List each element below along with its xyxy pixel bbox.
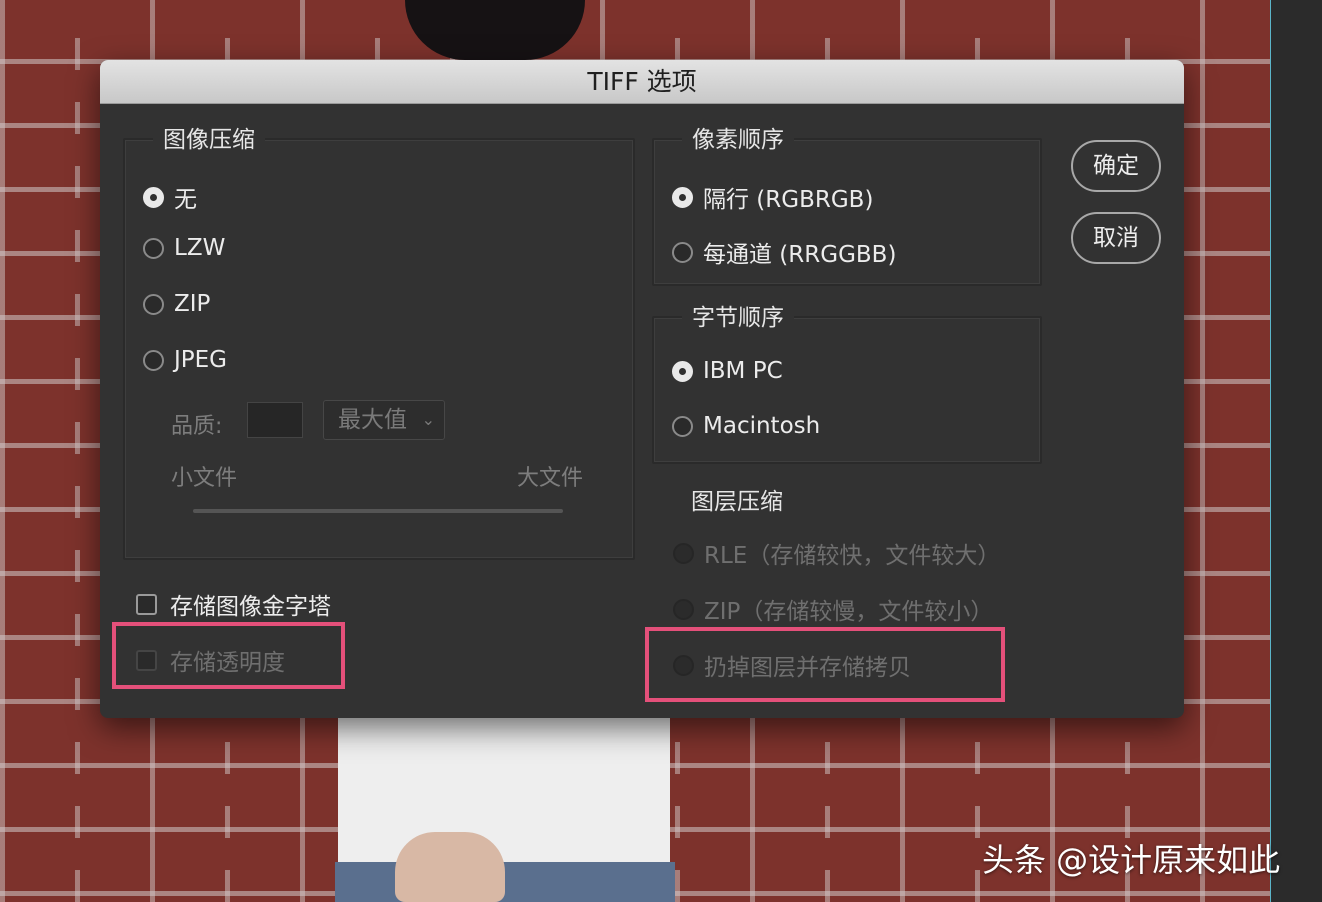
save-pyramid-checkbox-row[interactable]: 存储图像金字塔 bbox=[136, 587, 331, 621]
image-compression-group: 图像压缩 无 LZW ZIP JPEG 品质: 最大值 ⌄ 小文件 大文件 bbox=[123, 126, 635, 560]
quality-slider[interactable] bbox=[193, 509, 563, 513]
discard-layers-highlight-box bbox=[645, 627, 1005, 702]
byte-order-ibm-pc[interactable]: IBM PC bbox=[672, 358, 783, 384]
ok-button[interactable]: 确定 bbox=[1071, 140, 1161, 192]
person-hand bbox=[395, 832, 505, 902]
radio-icon[interactable] bbox=[673, 598, 694, 620]
tiff-options-dialog: TIFF 选项 图像压缩 无 LZW ZIP JPEG 品质: 最大值 ⌄ 小文… bbox=[100, 60, 1184, 718]
radio-icon[interactable] bbox=[143, 237, 164, 259]
save-pyramid-checkbox[interactable] bbox=[136, 593, 157, 615]
compression-option-label: ZIP bbox=[174, 291, 211, 317]
radio-icon[interactable] bbox=[672, 360, 693, 382]
compression-option-label: LZW bbox=[174, 235, 226, 261]
layer-compression-legend: 图层压缩 bbox=[691, 489, 783, 515]
watermark-text: 头条 @设计原来如此 bbox=[982, 841, 1281, 879]
quality-input[interactable] bbox=[247, 402, 303, 438]
pixel-order-legend: 像素顺序 bbox=[682, 126, 794, 154]
chevron-down-icon: ⌄ bbox=[421, 410, 435, 429]
quality-select-value: 最大值 bbox=[338, 407, 407, 433]
pixel-order-per-channel[interactable]: 每通道 (RRGGBB) bbox=[672, 235, 896, 269]
radio-icon[interactable] bbox=[672, 241, 693, 263]
pixel-order-label: 每通道 (RRGGBB) bbox=[703, 242, 897, 268]
compression-option-label: JPEG bbox=[174, 347, 228, 373]
byte-order-label: IBM PC bbox=[703, 358, 783, 384]
quality-label: 品质: bbox=[171, 414, 223, 439]
byte-order-legend: 字节顺序 bbox=[682, 304, 794, 332]
transparency-highlight-box bbox=[112, 622, 345, 689]
right-panel-edge bbox=[1270, 0, 1322, 902]
layer-compression-label: RLE（存储较快，文件较大） bbox=[704, 543, 1001, 569]
byte-order-label: Macintosh bbox=[703, 413, 821, 439]
layer-compression-rle[interactable]: RLE（存储较快，文件较大） bbox=[673, 536, 1000, 570]
byte-order-macintosh[interactable]: Macintosh bbox=[672, 413, 820, 439]
compression-option-label: 无 bbox=[174, 187, 197, 213]
compression-option-lzw[interactable]: LZW bbox=[143, 235, 225, 261]
dialog-title: TIFF 选项 bbox=[100, 60, 1184, 104]
save-pyramid-label: 存储图像金字塔 bbox=[170, 594, 331, 620]
cancel-button[interactable]: 取消 bbox=[1071, 212, 1161, 264]
byte-order-group: 字节顺序 IBM PC Macintosh bbox=[652, 304, 1042, 464]
pixel-order-group: 像素顺序 隔行 (RGBRGB) 每通道 (RRGGBB) bbox=[652, 126, 1042, 286]
layer-compression-zip[interactable]: ZIP（存储较慢，文件较小） bbox=[673, 592, 993, 626]
radio-icon[interactable] bbox=[143, 293, 164, 315]
compression-option-zip[interactable]: ZIP bbox=[143, 291, 210, 317]
radio-icon[interactable] bbox=[143, 349, 164, 371]
image-compression-legend: 图像压缩 bbox=[153, 126, 265, 154]
radio-icon[interactable] bbox=[673, 542, 694, 564]
radio-icon[interactable] bbox=[143, 186, 164, 208]
radio-icon[interactable] bbox=[672, 186, 693, 208]
compression-option-none[interactable]: 无 bbox=[143, 180, 197, 214]
quality-select[interactable]: 最大值 ⌄ bbox=[323, 400, 445, 440]
pixel-order-label: 隔行 (RGBRGB) bbox=[703, 187, 874, 213]
large-file-label: 大文件 bbox=[517, 466, 584, 491]
layer-compression-label: ZIP（存储较慢，文件较小） bbox=[704, 599, 994, 625]
compression-option-jpeg[interactable]: JPEG bbox=[143, 347, 227, 373]
small-file-label: 小文件 bbox=[171, 466, 238, 491]
radio-icon[interactable] bbox=[672, 415, 693, 437]
pixel-order-interleaved[interactable]: 隔行 (RGBRGB) bbox=[672, 180, 873, 214]
person-jeans bbox=[335, 862, 675, 902]
